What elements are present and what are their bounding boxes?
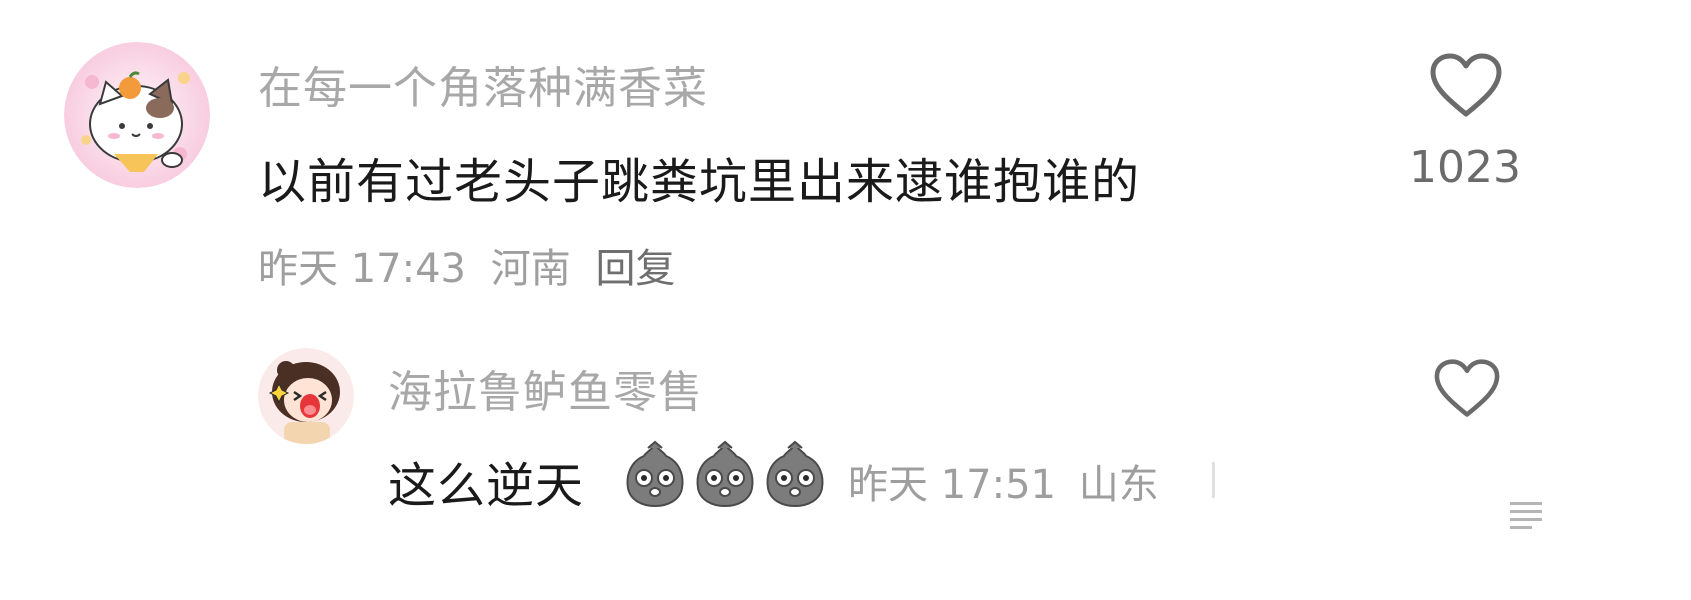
comment-location: 河南 xyxy=(490,246,571,292)
comment-like-count: 1023 xyxy=(1409,142,1521,193)
stunned-face-icon xyxy=(762,440,828,508)
commenter-username[interactable]: 在每一个角落种满香菜 xyxy=(258,52,708,116)
heart-outline-icon xyxy=(1434,359,1500,417)
expand-icon[interactable] xyxy=(1506,498,1546,536)
replier-username[interactable]: 海拉鲁鲈鱼零售 xyxy=(388,356,703,420)
reply-button[interactable]: 回复 xyxy=(595,246,675,292)
cat-avatar-icon xyxy=(64,42,210,188)
commenter-avatar[interactable] xyxy=(64,42,210,188)
divider xyxy=(1212,462,1215,498)
comment-thread: 在每一个角落种满香菜 以前有过老头子跳粪坑里出来逮谁抱谁的 昨天 17:43 河… xyxy=(0,0,1691,600)
comment-time: 昨天 17:43 xyxy=(258,246,466,292)
comment-like-button[interactable] xyxy=(1428,52,1504,120)
replier-avatar[interactable] xyxy=(258,348,354,444)
girl-avatar-icon xyxy=(258,348,354,444)
reply-time: 昨天 17:51 xyxy=(848,462,1056,508)
reply-meta: 昨天 17:51 山东 xyxy=(848,452,1159,510)
reply-location: 山东 xyxy=(1078,462,1159,508)
heart-outline-icon xyxy=(1430,53,1502,117)
comment-text: 以前有过老头子跳粪坑里出来逮谁抱谁的 xyxy=(258,154,1141,210)
reply-text: 这么逆天 xyxy=(388,458,585,514)
reply-like-button[interactable] xyxy=(1432,358,1502,420)
stunned-face-icon xyxy=(692,440,758,508)
comment-meta: 昨天 17:43 河南 回复 xyxy=(258,236,675,294)
stunned-face-icon xyxy=(622,440,688,508)
